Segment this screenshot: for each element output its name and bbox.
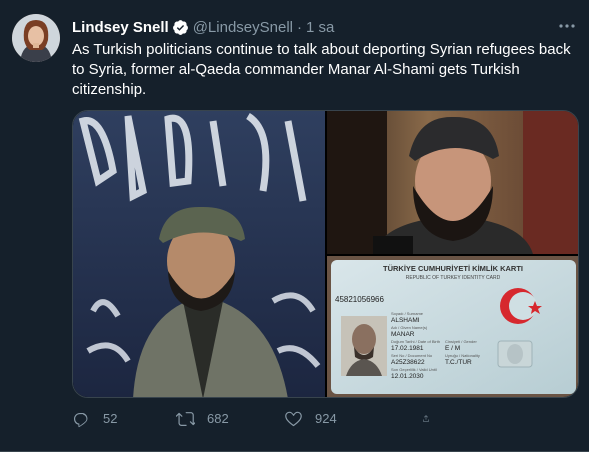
- id-serial: A25Z38622: [391, 359, 425, 366]
- id-surname: ALSHAMI: [391, 317, 420, 324]
- id-dob: 17.02.1981: [391, 345, 424, 352]
- heart-icon: [285, 411, 302, 426]
- id-card-photo: TÜRKİYE CUMHURİYETİ KİMLİK KARTI REPUBLI…: [327, 256, 578, 397]
- separator: ·: [297, 18, 302, 36]
- id-gender-label: Cinsiyeti / Gender: [445, 339, 477, 344]
- id-given: MANAR: [391, 331, 415, 338]
- id-surname-label: Soyadı / Surname: [391, 311, 424, 316]
- id-expiry-label: Son Geçerlilik / Valid Until: [391, 367, 437, 372]
- reply-button[interactable]: 52: [72, 409, 176, 428]
- author-avatar[interactable]: [12, 14, 60, 62]
- id-nationality: T.C./TUR: [445, 359, 472, 366]
- retweet-count: 682: [207, 410, 229, 426]
- id-serial-label: Seri No / Document No: [391, 353, 433, 358]
- tweet-header: Lindsey Snell @LindseySnell · 1 sa: [72, 16, 577, 38]
- reply-icon: [73, 412, 88, 427]
- tweet-timestamp[interactable]: 1 sa: [306, 19, 334, 36]
- id-expiry: 12.01.2030: [391, 373, 424, 380]
- verified-badge-icon: [172, 19, 189, 36]
- author-handle[interactable]: @LindseySnell: [193, 19, 293, 36]
- id-dob-label: Doğum Tarihi / Date of Birth: [391, 339, 440, 344]
- tweet-text: As Turkish politicians continue to talk …: [72, 41, 571, 98]
- share-icon: [423, 414, 429, 422]
- tweet-actions: 52 682 924: [72, 406, 502, 430]
- author-name[interactable]: Lindsey Snell: [72, 19, 169, 36]
- user-avatar-icon: [12, 14, 60, 62]
- retweet-icon: [176, 411, 195, 426]
- tweet-media[interactable]: TÜRKİYE CUMHURİYETİ KİMLİK KARTI REPUBLI…: [72, 110, 579, 398]
- more-options-icon[interactable]: [557, 16, 577, 36]
- id-card-subtitle: REPUBLIC OF TURKEY IDENTITY CARD: [406, 275, 501, 281]
- top-right-photo: [327, 111, 578, 254]
- like-count: 924: [315, 410, 337, 426]
- like-button[interactable]: 924: [284, 409, 422, 428]
- id-gender: E / M: [445, 345, 460, 352]
- retweet-button[interactable]: 682: [176, 409, 284, 428]
- media-photo-collage: TÜRKİYE CUMHURİYETİ KİMLİK KARTI REPUBLI…: [73, 111, 578, 397]
- id-card-number: 45821056966: [335, 295, 384, 304]
- id-given-label: Adı / Given Name(s): [391, 325, 428, 330]
- id-nationality-label: Uyruğu / Nationality: [445, 353, 480, 358]
- id-card-title: TÜRKİYE CUMHURİYETİ KİMLİK KARTI: [383, 264, 523, 273]
- tweet[interactable]: Lindsey Snell @LindseySnell · 1 sa As Tu…: [0, 0, 589, 452]
- reply-count: 52: [103, 410, 118, 426]
- left-photo: [73, 111, 325, 397]
- share-button[interactable]: [422, 409, 442, 428]
